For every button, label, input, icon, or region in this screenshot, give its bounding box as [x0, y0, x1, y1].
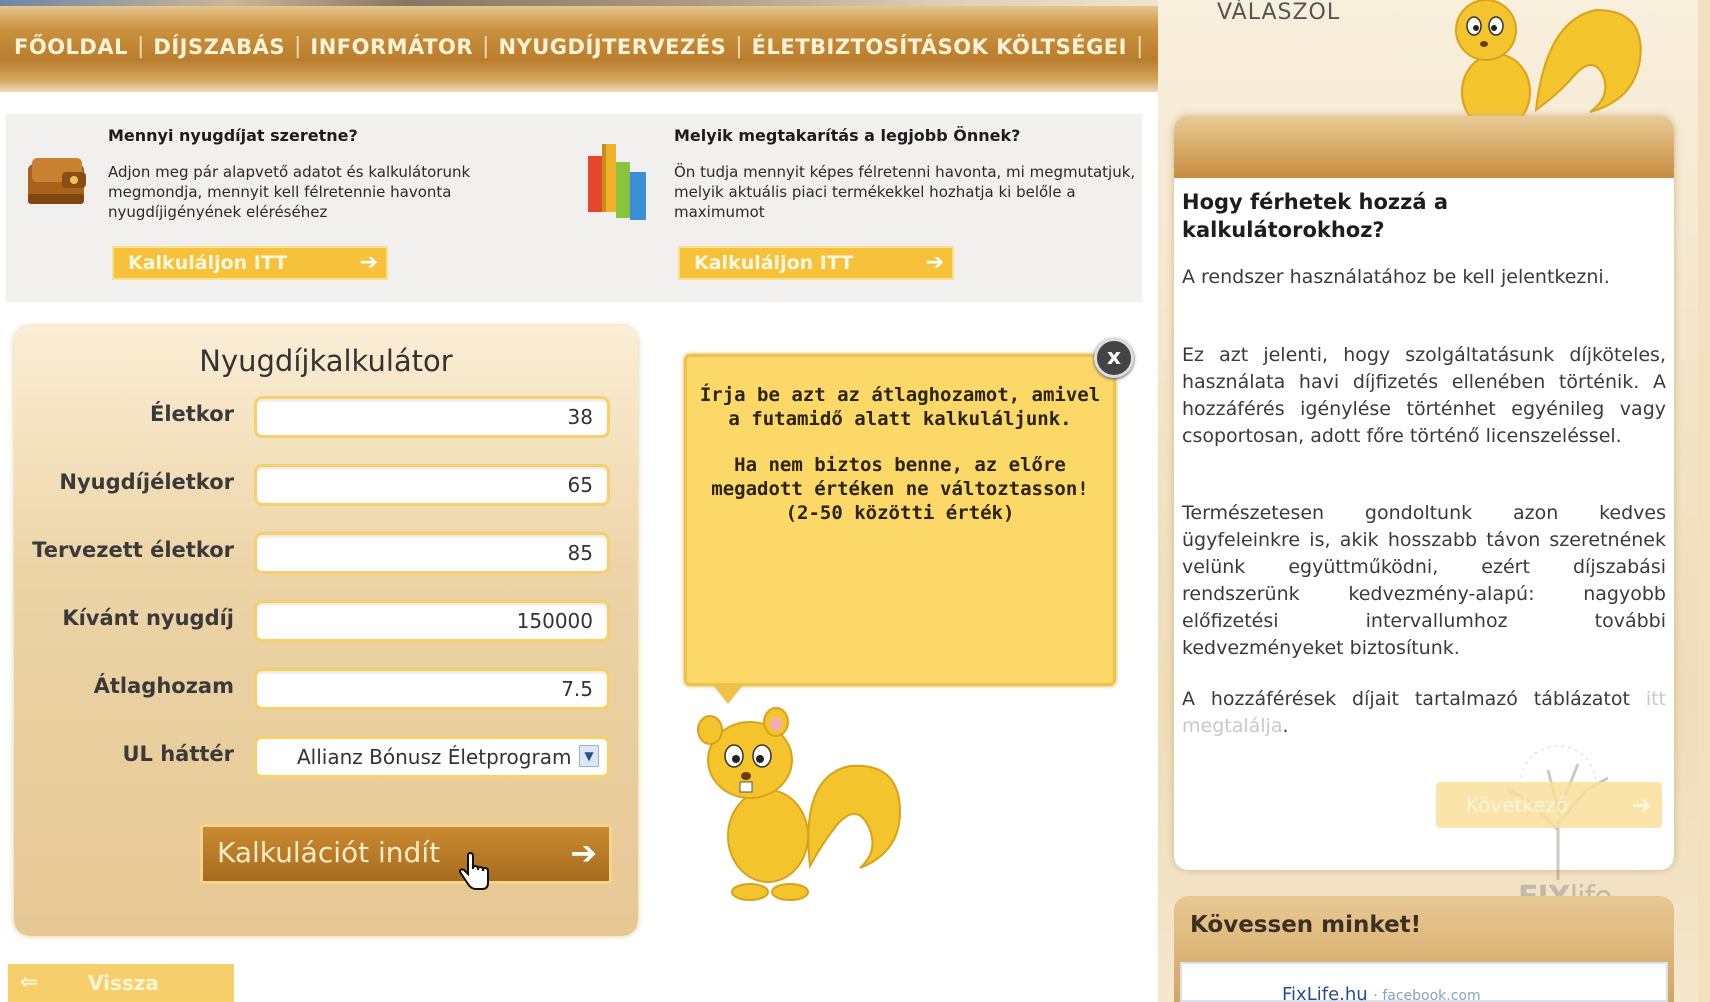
nav-item-dijszabas[interactable]: DÍJSZABÁS [153, 35, 285, 59]
next-button[interactable]: Következő ➔ [1436, 782, 1662, 828]
info-left-text: Adjon meg pár alapvető adatot és kalkulá… [108, 163, 471, 221]
calculate-here-button-left[interactable]: Kalkuláljon ITT ➔ [112, 246, 388, 280]
faq-paragraph-4-text: A hozzáférések díjait tartalmazó tábláza… [1182, 688, 1646, 710]
nav-item-informator[interactable]: INFORMÁTOR [310, 35, 473, 59]
info-right-text: Ön tudja mennyit képes félretenni havont… [674, 163, 1136, 221]
close-tooltip-button[interactable]: x [1094, 338, 1134, 378]
arrow-left-icon: ⇐ [20, 970, 39, 995]
calculator-title: Nyugdíjkalkulátor [199, 344, 453, 378]
retirement-age-input[interactable]: 65 [254, 464, 610, 506]
start-calculation-button[interactable]: Kalkulációt indít ➔ [200, 824, 612, 884]
pension-calculator-panel: Nyugdíjkalkulátor Életkor 38 Nyugdíjélet… [14, 326, 638, 936]
nav-separator: | [735, 34, 743, 59]
info-left-title: Mennyi nyugdíjat szeretne? [108, 126, 358, 145]
age-input[interactable]: 38 [254, 396, 610, 438]
desired-pension-label: Kívánt nyugdíj [62, 606, 234, 630]
desired-pension-input[interactable]: 150000 [254, 600, 610, 642]
start-calculation-label: Kalkulációt indít [217, 836, 441, 869]
tooltip-line: (2-50 közötti érték) [785, 502, 1015, 524]
facebook-domain: · facebook.com [1373, 988, 1481, 1002]
retirement-age-label: Nyugdíjéletkor [59, 470, 234, 494]
wallet-icon [28, 158, 86, 204]
faq-paragraph-1: A rendszer használatához be kell jelentk… [1182, 266, 1610, 288]
calculate-here-button-right[interactable]: Kalkuláljon ITT ➔ [678, 246, 954, 280]
tooltip-line: megadott értéken ne változtasson! [711, 478, 1089, 500]
faq-question: Hogy férhetek hozzá a kalkulátorokhoz? [1182, 190, 1448, 242]
books-chart-icon [588, 144, 646, 220]
info-right-title: Melyik megtakarítás a legjobb Önnek? [674, 126, 1021, 145]
tooltip-pointer [712, 684, 744, 704]
hand-cursor-icon [458, 852, 489, 890]
arrow-right-icon: ➔ [1631, 791, 1652, 819]
back-button[interactable]: ⇐ Vissza [8, 964, 234, 1002]
next-button-label: Következő [1466, 793, 1569, 817]
tooltip-line: a futamidő alatt kalkuláljunk. [728, 408, 1072, 430]
nav-separator: | [137, 34, 145, 59]
arrow-right-icon: ➔ [570, 834, 597, 872]
nav-item-nyugdijtervezes[interactable]: NYUGDÍJTERVEZÉS [498, 35, 726, 59]
planned-age-label: Tervezett életkor [32, 538, 234, 562]
average-yield-label: Átlaghozam [93, 674, 234, 698]
faq-paragraph-4: A hozzáférések díjait tartalmazó tábláza… [1182, 686, 1666, 740]
back-button-label: Vissza [88, 971, 159, 995]
info-strip: Mennyi nyugdíjat szeretne? Adjon meg pár… [6, 114, 1142, 302]
faq-paragraph-4-end: . [1282, 715, 1289, 737]
ul-background-value: Allianz Bónusz Életprogram [297, 745, 572, 769]
arrow-right-icon: ➔ [359, 250, 378, 275]
ul-background-label: UL háttér [122, 742, 234, 766]
nav-separator: | [1135, 34, 1144, 59]
faq-card-header [1174, 116, 1674, 178]
average-yield-input[interactable]: 7.5 [254, 668, 610, 710]
ul-background-select[interactable]: Allianz Bónusz Életprogram ▼ [254, 736, 610, 778]
tooltip-line: Ha nem biztos benne, az előre [734, 454, 1066, 476]
calculate-button-label: Kalkuláljon ITT [694, 252, 854, 274]
answer-title: VÁLASZOL [1217, 0, 1341, 25]
tooltip-line: Írja be azt az átlaghozamot, amivel [699, 384, 1101, 406]
follow-us-title: Kövessen minket! [1190, 912, 1422, 938]
squirrel-mascot-icon [697, 707, 902, 901]
facebook-page-name: FixLife.hu [1282, 984, 1368, 1002]
yield-help-tooltip: Írja be azt az átlaghozamot, amivel a fu… [684, 354, 1116, 686]
calculate-button-label: Kalkuláljon ITT [128, 252, 288, 274]
nav-item-eletbiztositasok[interactable]: ÉLETBIZTOSÍTÁSOK KÖLTSÉGEI [752, 35, 1127, 59]
planned-age-input[interactable]: 85 [254, 532, 610, 574]
nav-menu: FŐOLDAL | DÍJSZABÁS | INFORMÁTOR | NYUGD… [14, 34, 1152, 59]
header-photo-strip [0, 0, 1158, 6]
nav-separator: | [482, 34, 490, 59]
top-navigation: FŐOLDAL | DÍJSZABÁS | INFORMÁTOR | NYUGD… [0, 0, 1158, 92]
faq-paragraph-3: Természetesen gondoltunk azon kedves ügy… [1182, 502, 1666, 659]
nav-separator: | [293, 34, 302, 59]
arrow-right-icon: ➔ [925, 250, 944, 275]
nav-item-fooldal[interactable]: FŐOLDAL [14, 35, 128, 59]
faq-paragraph-2: Ez azt jelenti, hogy szolgáltatásunk díj… [1182, 344, 1666, 447]
chevron-down-icon[interactable]: ▼ [579, 745, 599, 767]
facebook-page-link[interactable]: FixLife.hu · facebook.com [1282, 984, 1481, 1002]
age-label: Életkor [149, 402, 234, 426]
